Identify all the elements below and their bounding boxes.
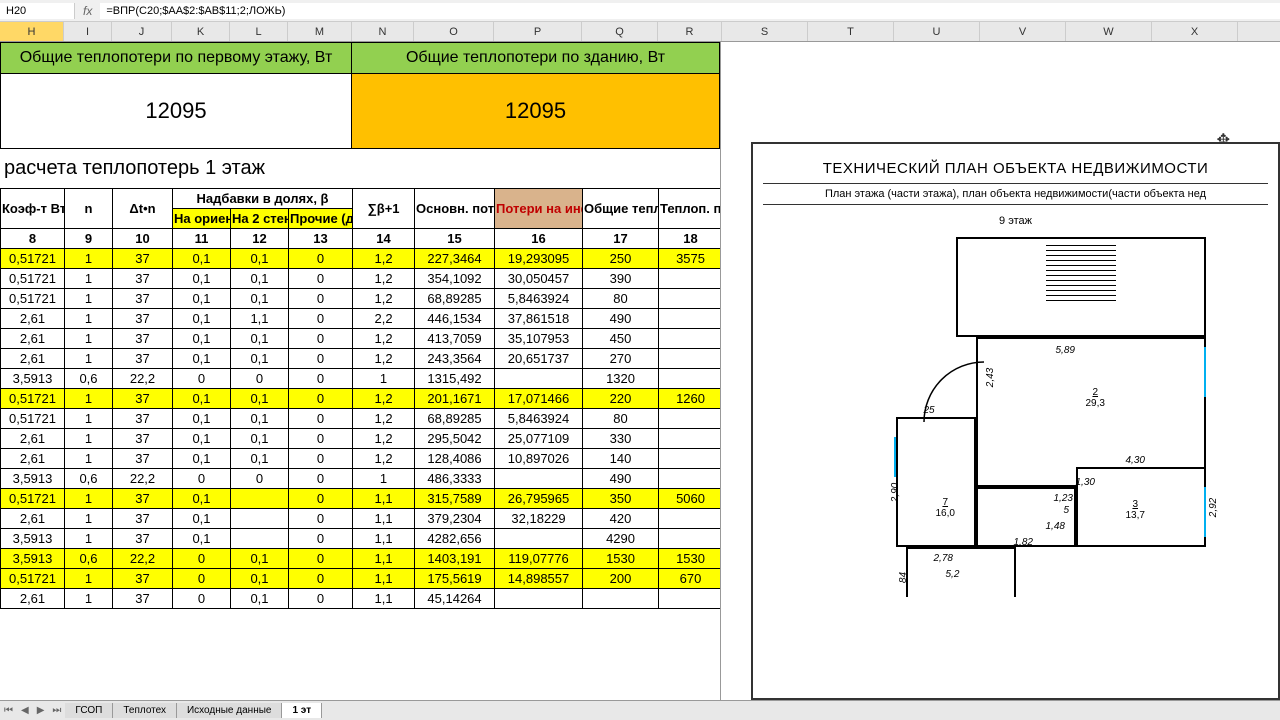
floor-label: 9 этаж bbox=[763, 215, 1268, 227]
plan-subtitle: План этажа (части этажа), план объекта н… bbox=[763, 183, 1268, 205]
plan-title: ТЕХНИЧЕСКИЙ ПЛАН ОБЪЕКТА НЕДВИЖИМОСТИ bbox=[763, 154, 1268, 183]
th-steny: На 2 стены bbox=[231, 209, 289, 229]
tab-nav-first[interactable]: ⏮ bbox=[0, 705, 17, 716]
col-header-W[interactable]: W bbox=[1066, 22, 1152, 41]
sheet-tab[interactable]: Теплотех bbox=[113, 703, 177, 718]
technical-plan[interactable]: ТЕХНИЧЕСКИЙ ПЛАН ОБЪЕКТА НЕДВИЖИМОСТИ Пл… bbox=[751, 142, 1280, 700]
table-row[interactable]: 2,6113700,101,145,14264 bbox=[1, 589, 721, 609]
th-obsh: Общие теплопо тери, Вт bbox=[583, 189, 659, 229]
sheet-tab[interactable]: 1 эт bbox=[282, 703, 322, 718]
th-pomesh: Теплоп. по помеще- нию, Вт bbox=[659, 189, 720, 229]
col-header-I[interactable]: I bbox=[64, 22, 112, 41]
th-koef: Коэф-т Вт/м2С bbox=[1, 189, 65, 229]
formula-input[interactable]: =ВПР(C20;$AA$2:$AB$11;2;ЛОЖЬ) bbox=[100, 3, 1280, 19]
tab-nav-last[interactable]: ⏭ bbox=[48, 705, 65, 716]
col-header-N[interactable]: N bbox=[352, 22, 414, 41]
col-header-O[interactable]: O bbox=[414, 22, 494, 41]
column-headers: HIJKLMNOPQRSTUVWX bbox=[0, 22, 1280, 42]
summary-left-label: Общие теплопотери по первому этажу, Вт bbox=[0, 42, 352, 74]
summary-left-value: 12095 bbox=[0, 74, 352, 149]
table-row[interactable]: 3,59131370,101,14282,6564290 bbox=[1, 529, 721, 549]
th-osnov: Основн. потери, Вт bbox=[415, 189, 495, 229]
th-orien: На ориен bbox=[173, 209, 231, 229]
formula-bar: H20 fx =ВПР(C20;$AA$2:$AB$11;2;ЛОЖЬ) bbox=[0, 0, 1280, 22]
col-header-M[interactable]: M bbox=[288, 22, 352, 41]
table-row[interactable]: 0,517211370,10,101,2201,167117,071466220… bbox=[1, 389, 721, 409]
summary-right-label: Общие теплопотери по зданию, Вт bbox=[352, 42, 720, 74]
table-row[interactable]: 0,517211370,10,101,2354,109230,050457390 bbox=[1, 269, 721, 289]
col-header-H[interactable]: H bbox=[0, 22, 64, 41]
floorplan-drawing: 5,89 2,43 25 2,90 4,30 2,92 1,30 1,82 1,… bbox=[806, 237, 1226, 597]
col-header-S[interactable]: S bbox=[722, 22, 808, 41]
name-box[interactable]: H20 bbox=[0, 3, 75, 19]
table-row[interactable]: 3,59130,622,20001486,3333490 bbox=[1, 469, 721, 489]
th-prochie: Прочие (дверь) bbox=[289, 209, 353, 229]
col-header-Q[interactable]: Q bbox=[582, 22, 658, 41]
col-header-L[interactable]: L bbox=[230, 22, 288, 41]
embedded-drawing-area: ✥ ТЕХНИЧЕСКИЙ ПЛАН ОБЪЕКТА НЕДВИЖИМОСТИ … bbox=[720, 42, 1280, 700]
col-header-X[interactable]: X bbox=[1152, 22, 1238, 41]
col-header-P[interactable]: P bbox=[494, 22, 582, 41]
sheet-tab[interactable]: ГСОП bbox=[65, 703, 113, 718]
th-n: n bbox=[65, 189, 113, 229]
tab-nav-next[interactable]: ▶ bbox=[33, 705, 49, 716]
table-row[interactable]: 2,611370,101,1379,230432,18229420 bbox=[1, 509, 721, 529]
fx-icon[interactable]: fx bbox=[75, 4, 100, 18]
sheet-tabs: ⏮ ◀ ▶ ⏭ ГСОПТеплотехИсходные данные1 эт bbox=[0, 700, 1280, 720]
table-row[interactable]: 2,611370,10,101,2295,504225,077109330 bbox=[1, 429, 721, 449]
table-row[interactable]: 3,59130,622,200011315,4921320 bbox=[1, 369, 721, 389]
col-header-V[interactable]: V bbox=[980, 22, 1066, 41]
table-row[interactable]: 0,517211370,101,1315,758926,795965350506… bbox=[1, 489, 721, 509]
summary-right-value: 12095 bbox=[352, 74, 720, 149]
table-row[interactable]: 2,611370,10,101,2413,705935,107953450 bbox=[1, 329, 721, 349]
th-dtn: Δt•n bbox=[113, 189, 173, 229]
table-row[interactable]: 2,611370,10,101,2243,356420,651737270 bbox=[1, 349, 721, 369]
th-nadb: Надбавки в долях, β bbox=[173, 189, 353, 209]
th-sumb: ∑β+1 bbox=[353, 189, 415, 229]
table-row[interactable]: 0,517211370,10,101,268,892855,846392480 bbox=[1, 409, 721, 429]
table-row[interactable]: 0,517211370,10,101,2227,346419,293095250… bbox=[1, 249, 721, 269]
col-header-R[interactable]: R bbox=[658, 22, 722, 41]
table-row[interactable]: 2,611370,10,101,2128,408610,897026140 bbox=[1, 449, 721, 469]
spreadsheet-grid[interactable]: Общие теплопотери по первому этажу, Вт О… bbox=[0, 42, 720, 700]
table-row[interactable]: 2,611370,11,102,2446,153437,861518490 bbox=[1, 309, 721, 329]
col-header-T[interactable]: T bbox=[808, 22, 894, 41]
sheet-tab[interactable]: Исходные данные bbox=[177, 703, 283, 718]
data-table[interactable]: Коэф-т Вт/м2С n Δt•n Надбавки в долях, β… bbox=[0, 188, 720, 609]
table-row[interactable]: 3,59130,622,200,101,11403,191119,0777615… bbox=[1, 549, 721, 569]
table-row[interactable]: 0,517211370,10,101,268,892855,846392480 bbox=[1, 289, 721, 309]
table-row[interactable]: 0,5172113700,101,1175,561914,89855720067… bbox=[1, 569, 721, 589]
tab-nav-prev[interactable]: ◀ bbox=[17, 705, 33, 716]
section-title: расчета теплопотерь 1 этаж bbox=[0, 149, 720, 188]
col-header-J[interactable]: J bbox=[112, 22, 172, 41]
col-header-U[interactable]: U bbox=[894, 22, 980, 41]
col-header-K[interactable]: K bbox=[172, 22, 230, 41]
th-infil: Потери на инфильтр., Вт bbox=[495, 189, 583, 229]
